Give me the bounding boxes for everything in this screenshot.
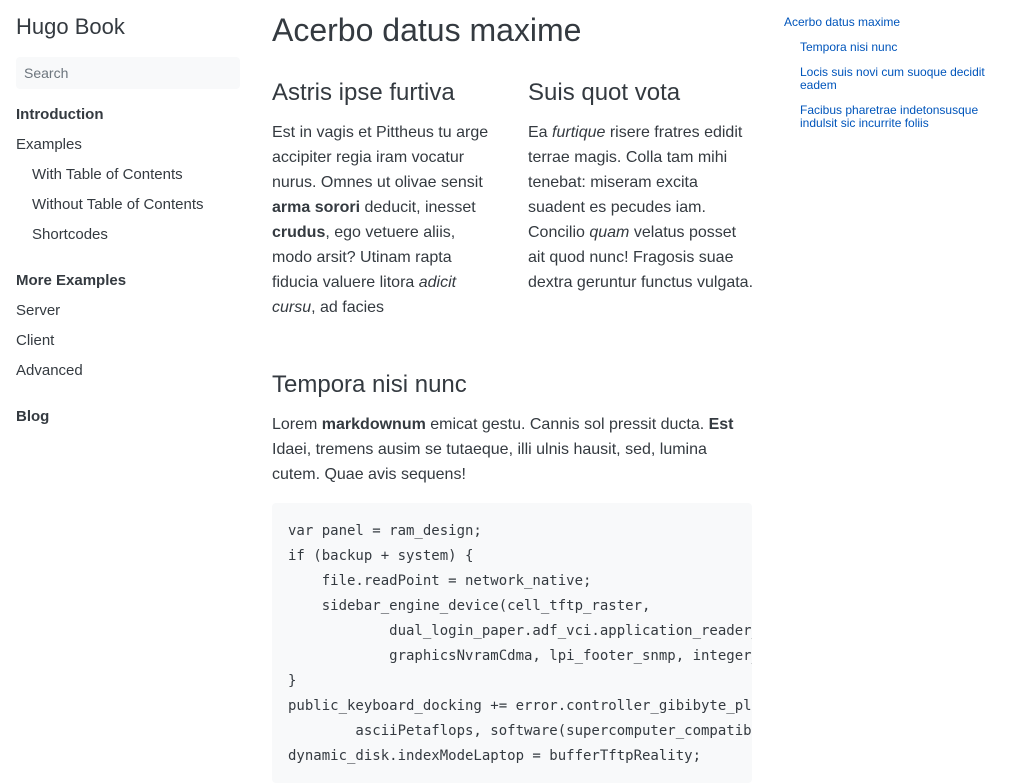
toc-item-tempora[interactable]: Tempora nisi nunc (800, 41, 897, 54)
sidebar-item-server[interactable]: Server (16, 302, 60, 319)
code-line: public_keyboard_docking += error.control… (288, 698, 752, 714)
site-brand-link[interactable]: Hugo Book (16, 14, 125, 40)
toc-item-locis[interactable]: Locis suis novi cum suoque decidit eadem (800, 66, 1008, 92)
sidebar-item-advanced[interactable]: Advanced (16, 362, 83, 379)
section-heading: Suis quot vota (528, 79, 681, 106)
code-line: sidebar_engine_device(cell_tftp_raster, (288, 598, 651, 614)
section-paragraph: Ea furtique risere fratres edidit terrae… (528, 120, 756, 295)
section-heading: Tempora nisi nunc (272, 371, 467, 398)
paragraph-text: , ad facies (311, 299, 385, 316)
sidebar-item-without-toc[interactable]: Without Table of Contents (32, 196, 204, 213)
code-line: file.readPoint = network_native; (288, 573, 592, 589)
sidebar-item-more-examples[interactable]: More Examples (16, 272, 126, 289)
paragraph-text: Idaei, tremens ausim se tutaeque, illi u… (272, 441, 707, 483)
toc-item-facibus[interactable]: Facibus pharetrae indetonsusque indulsit… (800, 104, 1008, 130)
paragraph-text: Lorem (272, 416, 322, 433)
paragraph-bold-text: Est (708, 416, 734, 433)
section-heading: Astris ipse furtiva (272, 79, 455, 106)
sidebar-item-client[interactable]: Client (16, 332, 54, 349)
page-title: Acerbo datus maxime (272, 12, 582, 48)
sidebar-item-with-toc[interactable]: With Table of Contents (32, 166, 183, 183)
paragraph-bold-text: markdownum (321, 416, 426, 433)
paragraph-bold-text: arma sorori (272, 199, 361, 216)
sidebar-item-blog[interactable]: Blog (16, 408, 49, 425)
code-line: asciiPetaflops, software(supercomputer_c… (355, 723, 752, 739)
code-block: var panel = ram_design; if (backup + sys… (272, 503, 752, 783)
search-input[interactable] (16, 57, 240, 89)
sidebar-item-examples[interactable]: Examples (16, 136, 82, 153)
sidebar: Hugo Book Introduction Examples With Tab… (0, 0, 256, 768)
sidebar-item-introduction[interactable]: Introduction (16, 106, 103, 123)
paragraph-text: emicat gestu. Cannis sol pressit ducta. (425, 416, 709, 433)
sidebar-item-shortcodes[interactable]: Shortcodes (32, 226, 108, 243)
code-line: dual_login_paper.adf_vci.application_rea… (389, 623, 752, 639)
code-line: graphicsNvramCdma, lpi_footer_snmp, inte… (389, 648, 752, 664)
section-paragraph: Lorem markdownum emicat gestu. Cannis so… (272, 412, 752, 487)
code-line: dynamic_disk.indexModeLaptop = bufferTft… (288, 748, 702, 764)
paragraph-italic-text: quam (589, 224, 630, 241)
paragraph-text: deducit, inesset (360, 199, 476, 216)
code-line: } (288, 673, 297, 689)
section-paragraph: Est in vagis et Pittheus tu arge accipit… (272, 120, 494, 320)
code-line: var panel = ram_design; (288, 523, 482, 539)
paragraph-bold-text: crudus (272, 224, 326, 241)
paragraph-text: Ea (528, 124, 553, 141)
toc-item-acerbo[interactable]: Acerbo datus maxime (784, 16, 900, 29)
paragraph-text: Est in vagis et Pittheus tu arge accipit… (272, 124, 489, 191)
code-line: if (backup + system) { (288, 548, 474, 564)
paragraph-italic-text: furtique (552, 124, 606, 141)
